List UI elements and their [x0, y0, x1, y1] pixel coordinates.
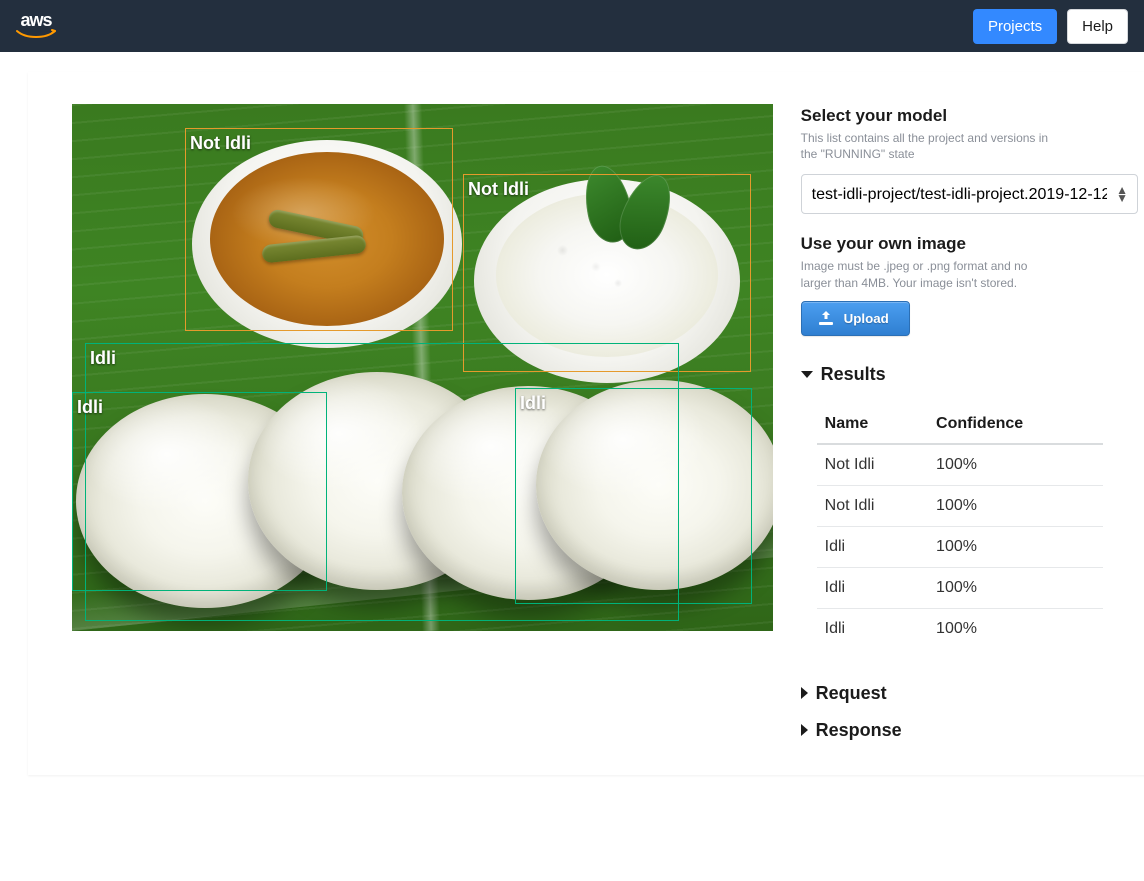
result-confidence: 100%	[928, 526, 1103, 567]
upload-icon	[818, 311, 834, 325]
result-confidence: 100%	[928, 485, 1103, 526]
table-row: Idli100%	[817, 608, 1103, 649]
result-confidence: 100%	[928, 567, 1103, 608]
help-button-label: Help	[1082, 18, 1113, 35]
result-name: Idli	[817, 526, 928, 567]
request-heading: Request	[816, 683, 887, 704]
model-select[interactable]: test-idli-project/test-idli-project.2019…	[801, 174, 1138, 214]
aws-smile-icon	[16, 29, 56, 39]
controls-sidebar: Select your model This list contains all…	[801, 104, 1138, 741]
results-panel: Name Confidence Not Idli100%Not Idli100%…	[801, 405, 1138, 649]
detection-bbox: Not Idli	[185, 128, 453, 331]
results-accordion-toggle[interactable]: Results	[801, 364, 1138, 385]
detection-bbox-label: Idli	[77, 397, 103, 418]
result-confidence: 100%	[928, 608, 1103, 649]
aws-logo: aws	[16, 13, 56, 39]
table-row: Not Idli100%	[817, 444, 1103, 486]
response-accordion-toggle[interactable]: Response	[801, 720, 1138, 741]
chevron-right-icon	[801, 724, 808, 736]
projects-button-label: Projects	[988, 18, 1042, 35]
table-row: Idli100%	[817, 526, 1103, 567]
own-image-sub: Image must be .jpeg or .png format and n…	[801, 258, 1061, 290]
detection-bbox-label: Idli	[90, 348, 116, 369]
main-card: Not IdliNot IdliIdliIdliIdli Select your…	[28, 72, 1144, 775]
upload-button-label: Upload	[844, 311, 889, 326]
result-name: Not Idli	[817, 485, 928, 526]
help-button[interactable]: Help	[1067, 9, 1128, 44]
projects-button[interactable]: Projects	[973, 9, 1057, 44]
results-table: Name Confidence Not Idli100%Not Idli100%…	[817, 405, 1103, 649]
results-col-name: Name	[817, 405, 928, 444]
results-col-confidence: Confidence	[928, 405, 1103, 444]
results-heading: Results	[821, 364, 886, 385]
chevron-right-icon	[801, 687, 808, 699]
result-name: Idli	[817, 608, 928, 649]
top-navbar: aws Projects Help	[0, 0, 1144, 52]
response-heading: Response	[816, 720, 902, 741]
select-model-heading: Select your model	[801, 106, 1138, 126]
detection-bbox: Idli	[72, 392, 327, 591]
upload-button[interactable]: Upload	[801, 301, 910, 336]
image-preview: Not Idli Not Idli Idli Idli Idli	[72, 104, 773, 631]
own-image-heading: Use your own image	[801, 234, 1138, 254]
detection-bbox: Idli	[515, 388, 752, 604]
request-accordion-toggle[interactable]: Request	[801, 683, 1138, 704]
detection-bbox-label: Idli	[520, 393, 546, 414]
result-confidence: 100%	[928, 444, 1103, 486]
table-row: Idli100%	[817, 567, 1103, 608]
chevron-down-icon	[801, 371, 813, 378]
aws-logo-text: aws	[20, 13, 51, 27]
detection-bbox-label: Not Idli	[468, 179, 529, 200]
table-row: Not Idli100%	[817, 485, 1103, 526]
result-name: Not Idli	[817, 444, 928, 486]
select-model-sub: This list contains all the project and v…	[801, 130, 1061, 162]
result-name: Idli	[817, 567, 928, 608]
detection-bbox-label: Not Idli	[190, 133, 251, 154]
